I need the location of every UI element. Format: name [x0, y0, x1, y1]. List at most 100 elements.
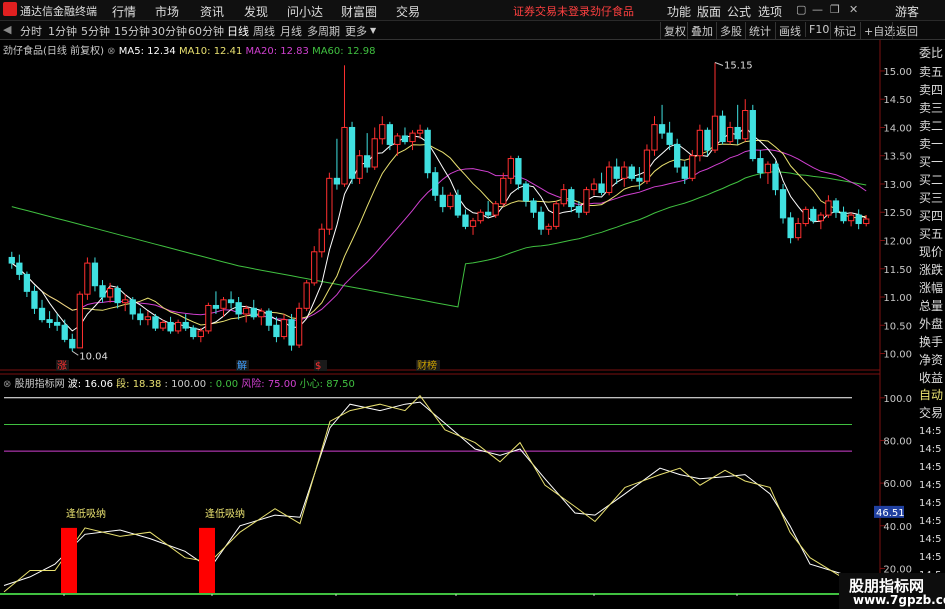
period-60min[interactable]: 60分钟 [188, 23, 224, 39]
candle-body [507, 158, 514, 179]
title-bar: 通达信金融终端 行情 市场 资讯 发现 问小达 财富圈 交易 证券交易未登录 劲… [0, 0, 945, 21]
btn-mark[interactable]: 标记 [830, 22, 859, 40]
menu-formula[interactable]: 公式 [727, 3, 751, 20]
candle-body [227, 299, 235, 304]
sidebar-weibi[interactable]: 委比 [919, 46, 943, 60]
period-daily[interactable]: 日线 [227, 23, 249, 39]
sidebar-sell4[interactable]: 卖四 [919, 83, 943, 97]
care-label: 小心: 87.50 [299, 379, 355, 390]
sidebar-change-pct[interactable]: 涨幅 [919, 281, 943, 295]
menu-layout[interactable]: 版面 [697, 3, 721, 20]
period-monthly[interactable]: 月线 [280, 23, 302, 39]
sidebar-buy5[interactable]: 买五 [919, 227, 943, 241]
candle-body [341, 126, 348, 185]
period-15min[interactable]: 15分钟 [114, 23, 150, 39]
kline-chart[interactable]: 15.00 14.50 14.00 13.50 13.00 12.50 12.00 11.50… [0, 40, 918, 596]
candle-body [628, 166, 635, 179]
candle-body [666, 132, 673, 145]
settings-icon[interactable]: ⊗ [107, 46, 115, 57]
menu-news[interactable]: 资讯 [200, 3, 224, 20]
close-icon[interactable]: ✕ [849, 3, 858, 16]
candle-body [674, 143, 681, 168]
sidebar-sell5[interactable]: 卖五 [919, 65, 943, 79]
guest-label[interactable]: 游客 [895, 3, 919, 20]
candle-body [129, 299, 136, 315]
candle-body [802, 208, 809, 225]
period-more[interactable]: 更多 [345, 23, 367, 39]
candle-body [235, 302, 242, 315]
btn-back[interactable]: 返回 [892, 22, 921, 40]
candle-body [485, 211, 492, 216]
btn-multi-stock[interactable]: 多股 [716, 22, 745, 40]
sidebar-buy2[interactable]: 买二 [919, 173, 943, 187]
candle-body [303, 282, 310, 309]
btn-draw[interactable]: 画线 [775, 22, 804, 40]
menu-wealth[interactable]: 财富圈 [341, 3, 377, 20]
period-weekly[interactable]: 周线 [253, 23, 275, 39]
menu-quotes[interactable]: 行情 [112, 3, 136, 20]
candle-body [689, 155, 696, 179]
candle-body [91, 262, 99, 287]
indicator-settings-icon[interactable]: ⊗ [3, 379, 11, 390]
menu-discover[interactable]: 发现 [244, 3, 268, 20]
btn-stats[interactable]: 统计 [745, 22, 774, 40]
lock-icon[interactable]: ▢ [796, 3, 806, 16]
sidebar-auto[interactable]: 自动 [919, 388, 943, 402]
maximize-icon[interactable]: ❐ [830, 3, 840, 16]
minimize-icon[interactable]: — [812, 3, 823, 16]
sidebar-outer[interactable]: 外盘 [919, 317, 943, 331]
menu-trade[interactable]: 交易 [396, 3, 420, 20]
more-dropdown-icon[interactable]: ▼ [370, 26, 376, 35]
sidebar-buy4[interactable]: 买四 [919, 209, 943, 223]
price-axis-label: 10.50 [883, 321, 912, 332]
sidebar-sell1[interactable]: 卖一 [919, 137, 943, 151]
candle-body [779, 189, 787, 219]
candle-body [137, 313, 144, 321]
candle-body [447, 194, 454, 208]
period-multi[interactable]: 多周期 [307, 23, 340, 39]
menu-function[interactable]: 功能 [667, 3, 691, 20]
app-title: 通达信金融终端 [20, 5, 97, 18]
candle-body [122, 299, 129, 304]
candle-body [568, 189, 575, 208]
price-axis: 15.00 14.50 14.00 13.50 13.00 12.50 12.00 11.50… [880, 67, 912, 361]
sidebar-earnings[interactable]: 收益 [919, 371, 943, 385]
sidebar-buy3[interactable]: 买三 [919, 191, 943, 205]
sidebar-change[interactable]: 涨跌 [919, 263, 943, 277]
candle-body [333, 177, 341, 185]
candle-body [220, 299, 227, 309]
period-30min[interactable]: 30分钟 [151, 23, 187, 39]
period-5min[interactable]: 5分钟 [81, 23, 110, 39]
sidebar-sell3[interactable]: 卖三 [919, 101, 943, 115]
candle-body [379, 124, 386, 140]
candle-body [492, 203, 499, 216]
period-intraday[interactable]: 分时 [20, 23, 42, 39]
period-1min[interactable]: 1分钟 [48, 23, 77, 39]
sidebar-sell2[interactable]: 卖二 [919, 119, 943, 133]
price-axis-label: 14.00 [883, 123, 912, 134]
stock-name-top: 劲仔食品 [590, 5, 634, 18]
sidebar-net-asset[interactable]: 净资 [919, 353, 943, 367]
candle-body [545, 225, 552, 230]
ind-axis-label: 60.00 [883, 479, 912, 490]
sidebar-trade[interactable]: 交易 [919, 406, 943, 420]
candle-body [719, 115, 726, 143]
high-pointer [714, 62, 724, 66]
btn-overlay[interactable]: 叠加 [687, 22, 716, 40]
candle-body [364, 155, 371, 168]
login-warning[interactable]: 证券交易未登录 [513, 3, 590, 19]
price-axis-label: 10.00 [883, 350, 912, 361]
sidebar-price[interactable]: 现价 [919, 245, 943, 259]
menu-options[interactable]: 选项 [758, 3, 782, 20]
candle-body [318, 228, 325, 253]
price-axis-label: 11.50 [883, 265, 912, 276]
btn-f10[interactable]: F10 [805, 22, 832, 37]
menu-market[interactable]: 市场 [155, 3, 179, 20]
left-arrow-icon[interactable]: ◀ [3, 23, 11, 36]
menu-assistant[interactable]: 问小达 [287, 3, 323, 20]
sidebar-volume[interactable]: 总量 [919, 299, 943, 313]
btn-adjust[interactable]: 复权 [660, 22, 689, 40]
candle-body [772, 163, 779, 191]
sidebar-buy1[interactable]: 买一 [919, 155, 943, 169]
sidebar-turnover[interactable]: 换手 [919, 335, 943, 349]
